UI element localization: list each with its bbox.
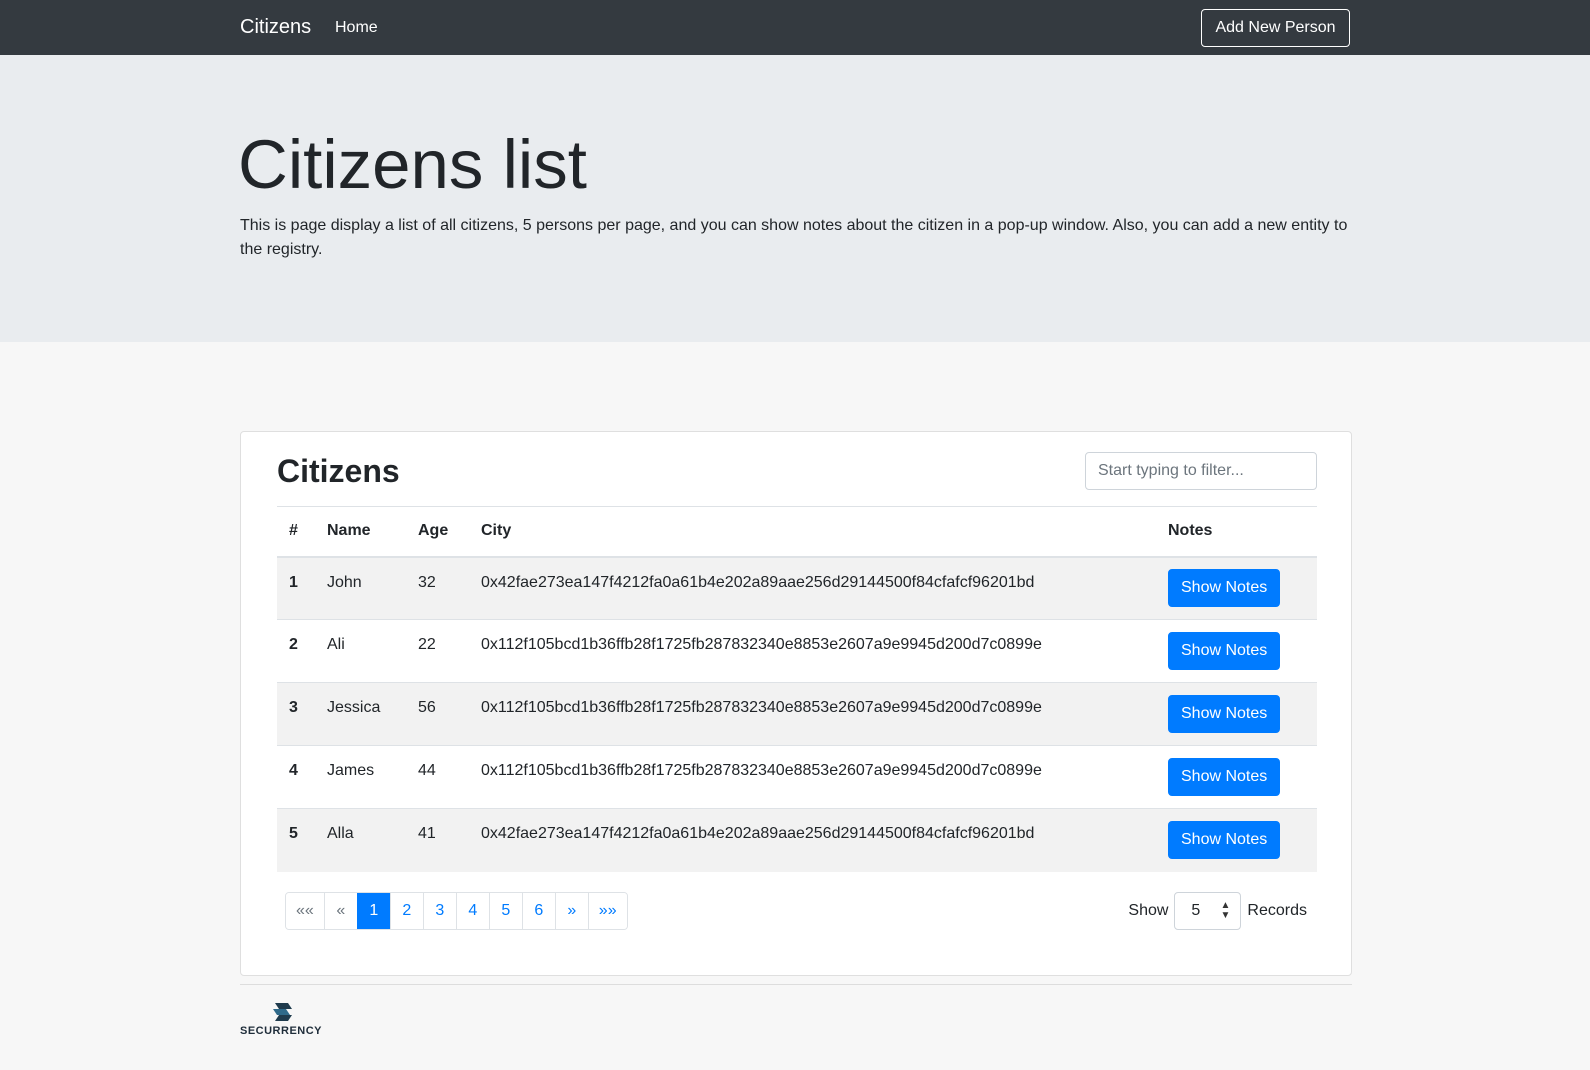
card-title: Citizens (277, 453, 400, 489)
page-3-button[interactable]: 3 (422, 893, 456, 929)
records-per-page: Show 5 ▲ ▼ Records (1128, 892, 1307, 930)
table-row: 2 Ali 22 0x112f105bcd1b36ffb28f1725fb287… (277, 619, 1317, 683)
page-title: Citizens list (238, 126, 587, 203)
row-name: Jessica (315, 682, 406, 746)
row-age: 56 (406, 682, 469, 746)
row-index: 5 (277, 808, 315, 872)
table-row: 4 James 44 0x112f105bcd1b36ffb28f1725fb2… (277, 745, 1317, 809)
show-notes-button[interactable]: Show Notes (1168, 695, 1281, 733)
records-select[interactable]: 5 ▲ ▼ (1174, 892, 1242, 930)
records-label: Records (1247, 902, 1307, 919)
row-notes-cell: Show Notes (1156, 619, 1317, 683)
pagination: «« « 1 2 3 4 5 6 » »» (285, 892, 628, 930)
page-next-button[interactable]: » (554, 893, 588, 929)
page-description: This is page display a list of all citiz… (240, 217, 1348, 258)
row-name: Alla (315, 808, 406, 872)
records-select-value: 5 (1191, 902, 1201, 919)
row-name: Ali (315, 619, 406, 683)
top-navbar: Citizens Home Add New Person (0, 0, 1590, 55)
page-prev-button[interactable]: « (323, 893, 357, 929)
row-age: 22 (406, 619, 469, 683)
row-notes-cell: Show Notes (1156, 682, 1317, 746)
header-index: # (277, 506, 315, 558)
footer-divider (240, 984, 1352, 985)
header-age: Age (406, 506, 469, 558)
row-age: 32 (406, 556, 469, 620)
footer-logo-text: SECURRENCY (240, 1025, 323, 1037)
page-5-button[interactable]: 5 (488, 893, 522, 929)
table-row: 5 Alla 41 0x42fae273ea147f4212fa0a61b4e2… (277, 808, 1317, 872)
row-city: 0x42fae273ea147f4212fa0a61b4e202a89aae25… (469, 808, 1156, 872)
page-1-button[interactable]: 1 (356, 893, 390, 929)
row-notes-cell: Show Notes (1156, 556, 1317, 620)
row-name: James (315, 745, 406, 809)
header-notes: Notes (1156, 506, 1317, 558)
row-index: 1 (277, 556, 315, 620)
page-6-button[interactable]: 6 (521, 893, 555, 929)
page-last-button[interactable]: »» (587, 893, 627, 929)
page-2-button[interactable]: 2 (389, 893, 423, 929)
citizens-table: # Name Age City Notes 1 John 32 0x42fae2… (277, 506, 1317, 872)
jumbotron: Citizens list This is page display a lis… (0, 55, 1590, 342)
show-notes-button[interactable]: Show Notes (1168, 632, 1281, 670)
select-updown-icon: ▲ ▼ (1220, 900, 1231, 921)
citizens-card: Citizens # Name Age City Notes 1 John 32… (240, 431, 1352, 976)
header-city: City (469, 506, 1156, 558)
page-4-button[interactable]: 4 (455, 893, 489, 929)
row-notes-cell: Show Notes (1156, 745, 1317, 809)
nav-link-home[interactable]: Home (335, 18, 378, 38)
table-header-row: # Name Age City Notes (277, 506, 1317, 558)
navbar-brand[interactable]: Citizens (240, 15, 311, 39)
records-show-label: Show (1128, 902, 1169, 919)
page-first-button[interactable]: «« (286, 893, 324, 929)
row-age: 44 (406, 745, 469, 809)
table-row: 1 John 32 0x42fae273ea147f4212fa0a61b4e2… (277, 556, 1317, 620)
add-new-person-button[interactable]: Add New Person (1201, 9, 1350, 47)
row-notes-cell: Show Notes (1156, 808, 1317, 872)
row-city: 0x112f105bcd1b36ffb28f1725fb287832340e88… (469, 745, 1156, 809)
filter-input[interactable] (1085, 452, 1317, 490)
row-city: 0x112f105bcd1b36ffb28f1725fb287832340e88… (469, 619, 1156, 683)
row-city: 0x112f105bcd1b36ffb28f1725fb287832340e88… (469, 682, 1156, 746)
show-notes-button[interactable]: Show Notes (1168, 821, 1281, 860)
row-index: 3 (277, 682, 315, 746)
row-city: 0x42fae273ea147f4212fa0a61b4e202a89aae25… (469, 556, 1156, 620)
row-age: 41 (406, 808, 469, 872)
header-name: Name (315, 506, 406, 558)
row-index: 4 (277, 745, 315, 809)
table-row: 3 Jessica 56 0x112f105bcd1b36ffb28f1725f… (277, 682, 1317, 746)
row-name: John (315, 556, 406, 620)
row-index: 2 (277, 619, 315, 683)
show-notes-button[interactable]: Show Notes (1168, 758, 1281, 796)
show-notes-button[interactable]: Show Notes (1168, 569, 1281, 608)
